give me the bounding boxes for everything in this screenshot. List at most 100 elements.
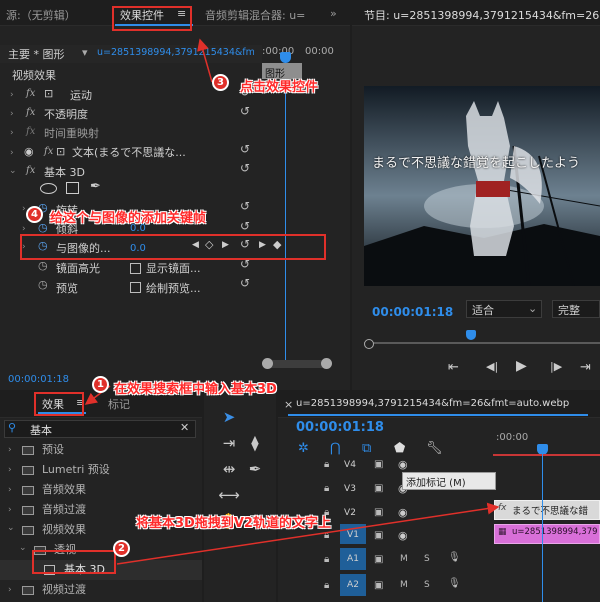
tree-item[interactable]: › 视频过渡	[0, 580, 202, 600]
program-timecode[interactable]: 00:00:01:18	[372, 305, 453, 319]
fx-icon[interactable]: fx	[26, 107, 35, 118]
razor-tool-icon[interactable]: ⧫	[244, 432, 266, 454]
expand-chevron[interactable]: ›	[8, 460, 12, 480]
timeline-title[interactable]: u=2851398994,3791215434&fm=26&fmt=auto.w…	[296, 398, 596, 409]
pen-tool-icon[interactable]: ✒	[244, 458, 266, 480]
sync-icon[interactable]: ▣	[374, 554, 383, 565]
fx-icon[interactable]: fx	[26, 165, 35, 176]
mute-label[interactable]: M	[400, 580, 408, 590]
tree-item[interactable]: › Lumetri 预设	[0, 460, 202, 480]
reset-icon[interactable]: ↺	[240, 142, 250, 156]
expand-chevron[interactable]: ›	[8, 480, 12, 500]
mark-in-icon[interactable]: ⇤	[448, 360, 459, 375]
reset-icon[interactable]: ↺	[240, 219, 250, 233]
add-marker-icon[interactable]: ⬟	[394, 441, 405, 456]
rectangle-mask-icon[interactable]	[66, 182, 79, 194]
scroll-handle-left[interactable]	[262, 358, 273, 369]
preview-checkbox[interactable]	[130, 282, 141, 293]
fx-icon[interactable]: fx	[26, 88, 35, 99]
more-tabs-icon[interactable]: »	[330, 7, 337, 20]
eye-icon[interactable]: ◉	[398, 529, 408, 542]
track-label-v2[interactable]: V2	[340, 504, 360, 522]
play-icon[interactable]: ▶	[516, 358, 527, 374]
reset-icon[interactable]: ↺	[240, 276, 250, 290]
solo-label[interactable]: S	[424, 554, 430, 564]
specular-checkbox[interactable]	[130, 263, 141, 274]
program-scrubber-playhead[interactable]	[466, 330, 476, 340]
master-label[interactable]: 主要 * 图形	[8, 46, 65, 62]
track-label-v3[interactable]: V3	[340, 480, 360, 498]
selection-tool-icon[interactable]: ➤	[218, 406, 240, 428]
effects-search-input[interactable]: 基本	[30, 422, 52, 438]
ellipse-mask-icon[interactable]	[40, 183, 57, 194]
tab-source[interactable]: 源:（无剪辑）	[6, 7, 76, 23]
track-label-a1[interactable]: A1	[343, 550, 363, 568]
mic-icon[interactable]: 🎙︎	[448, 552, 461, 563]
expand-chevron[interactable]: ›	[8, 500, 12, 520]
film-icon[interactable]: ▣	[374, 530, 383, 541]
sync-icon[interactable]: ▣	[374, 580, 383, 591]
lock-icon[interactable]: 🔒︎	[324, 580, 329, 591]
reset-icon[interactable]: ↺	[240, 199, 250, 213]
scroll-handle-right[interactable]	[321, 358, 332, 369]
track-label-v4[interactable]: V4	[340, 456, 360, 474]
eye-icon[interactable]: ◉	[398, 458, 408, 471]
stopwatch-icon[interactable]: ◷	[38, 221, 48, 234]
film-icon[interactable]: ▣	[374, 459, 383, 470]
magnet-icon[interactable]: ⋂	[330, 441, 341, 456]
collapse-chevron[interactable]: ⌄	[9, 166, 17, 176]
film-icon[interactable]: ▣	[374, 483, 383, 494]
clip-label[interactable]: u=2851398994,3791215434&fm=...	[97, 47, 254, 58]
lock-icon[interactable]: 🔒︎	[324, 483, 329, 494]
mark-out-icon[interactable]: ⇥	[580, 360, 591, 375]
mute-label[interactable]: M	[400, 554, 408, 564]
expand-chevron[interactable]: ›	[10, 148, 14, 158]
slip-tool-icon[interactable]: ⟷	[218, 484, 240, 506]
tab-markers[interactable]: 标记	[108, 396, 130, 412]
linked-selection-icon[interactable]: ⧉	[362, 441, 371, 456]
tab-audio-clip-mixer[interactable]: 音频剪辑混合器: u=	[205, 7, 315, 23]
lock-icon[interactable]: 🔒︎	[324, 530, 329, 541]
program-scrubber-track[interactable]	[364, 342, 600, 344]
eye-icon[interactable]: ◉	[398, 506, 408, 519]
film-icon[interactable]: ▣	[374, 507, 383, 518]
ruler-end: 00:00	[305, 46, 334, 57]
reset-icon[interactable]: ↺	[240, 104, 250, 118]
expand-chevron[interactable]: ›	[10, 109, 14, 119]
program-scrubber-left-handle[interactable]	[364, 339, 374, 349]
timeline-timecode[interactable]: 00:00:01:18	[296, 420, 384, 435]
master-dropdown-icon[interactable]: ▾	[82, 46, 88, 59]
clear-search-icon[interactable]: ✕	[180, 421, 189, 434]
fx-icon[interactable]: fx	[44, 146, 53, 157]
reset-icon[interactable]: ↺	[240, 161, 250, 175]
expand-chevron[interactable]: ›	[10, 128, 14, 138]
expand-chevron[interactable]: ›	[8, 580, 12, 600]
track-label-v1[interactable]: V1	[343, 526, 363, 544]
solo-label[interactable]: S	[424, 580, 430, 590]
step-back-icon[interactable]: ◀|	[486, 360, 498, 373]
pen-mask-icon[interactable]: ✒	[90, 179, 101, 194]
tree-item[interactable]: › 音频效果	[0, 480, 202, 500]
lock-icon[interactable]: 🔒︎	[324, 554, 329, 565]
snap-icon[interactable]: ✲	[298, 441, 309, 456]
tree-item[interactable]: › 预设	[0, 440, 202, 460]
effect-timecode[interactable]: 00:00:01:18	[8, 374, 69, 385]
step-forward-icon[interactable]: |▶	[550, 360, 562, 373]
ripple-edit-tool-icon[interactable]: ⇹	[218, 458, 240, 480]
track-select-tool-icon[interactable]: ⇥	[218, 432, 240, 454]
eye-icon[interactable]: ◉	[24, 145, 34, 158]
mic-icon[interactable]: 🎙︎	[448, 578, 461, 589]
lock-icon[interactable]: 🔒︎	[324, 459, 329, 470]
collapse-chevron[interactable]: ⌄	[7, 518, 15, 538]
collapse-chevron[interactable]: ⌄	[19, 538, 27, 558]
settings-wrench-icon[interactable]: 🔧︎	[426, 441, 443, 456]
reset-icon[interactable]: ↺	[240, 257, 250, 271]
expand-chevron[interactable]: ›	[22, 224, 26, 234]
expand-chevron[interactable]: ›	[10, 90, 14, 100]
program-title[interactable]: 节目: u=2851398994,3791215434&fm=26&fmt=au…	[364, 7, 600, 23]
stopwatch-icon[interactable]: ◷	[38, 259, 48, 272]
timeline-close-icon[interactable]: ×	[284, 398, 293, 411]
expand-chevron[interactable]: ›	[8, 440, 12, 460]
stopwatch-icon[interactable]: ◷	[38, 278, 48, 291]
track-label-a2[interactable]: A2	[343, 576, 363, 594]
